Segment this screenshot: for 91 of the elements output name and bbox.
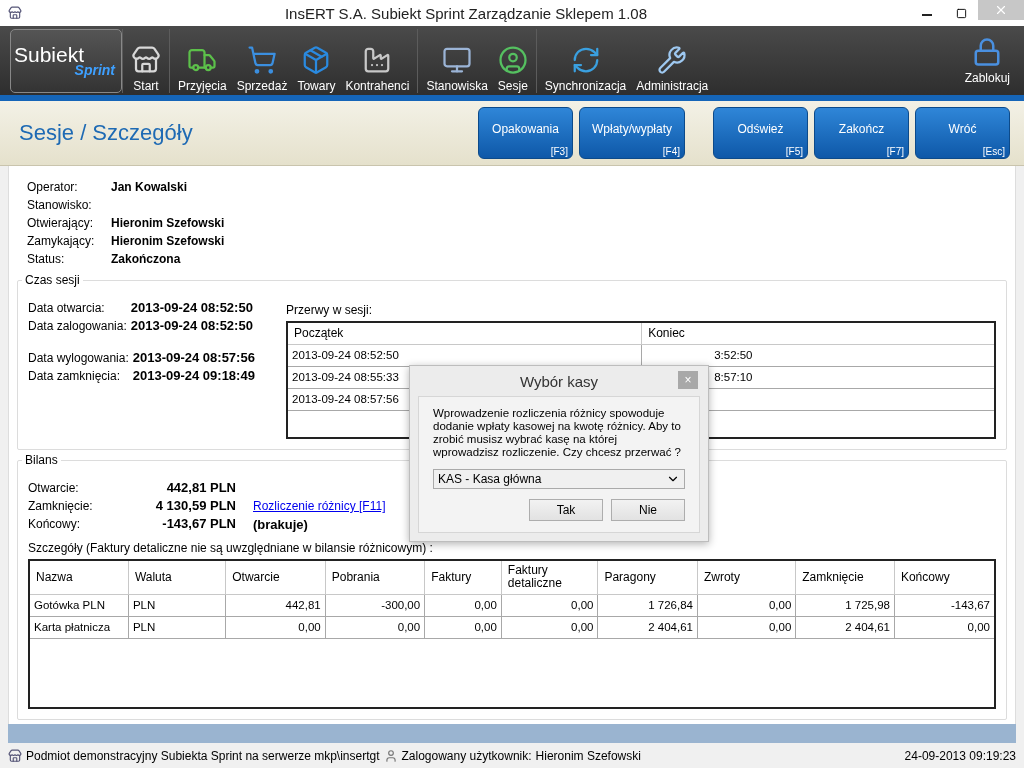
column-header: Faktury detaliczne <box>501 560 598 595</box>
field-value: Jan Kowalski <box>111 179 189 197</box>
page-title: Sesje / Szczegóły <box>19 120 194 146</box>
field-value: Hieronim Szefowski <box>111 215 226 233</box>
user-name: Hieronim Szefowski <box>535 748 641 763</box>
date-time: 24-09-2013 09:19:23 <box>904 748 1016 763</box>
header-button[interactable]: Opakowania [F3] <box>477 107 573 159</box>
minimize-icon <box>922 14 932 17</box>
header-button[interactable]: Wpłaty/wypłaty [F4] <box>578 107 685 159</box>
toolbar-item[interactable]: Synchronizacja <box>540 44 631 93</box>
field-value: 442,81 PLN <box>165 479 236 498</box>
table-cell: 0,00 <box>225 616 326 639</box>
field-label: Stanowisko: <box>27 197 93 215</box>
column-header: Otwarcie <box>225 560 326 595</box>
field-value: 4 130,59 PLN <box>154 497 236 516</box>
field-label: Status: <box>27 251 66 269</box>
table-cell: 0,00 <box>424 616 502 639</box>
toolbar-item[interactable]: Sprzedaż <box>232 44 292 93</box>
toolbar-item[interactable]: Start <box>127 44 165 93</box>
field-label: Data wylogowania: <box>28 350 129 368</box>
table-cell: 0,00 <box>697 616 796 639</box>
store-icon <box>8 748 22 763</box>
table-cell: -300,00 <box>325 594 425 617</box>
field-label: Operator: <box>27 179 79 197</box>
lock-button[interactable]: Zablokuj <box>960 36 1014 85</box>
field-label: Zamykający: <box>27 233 96 251</box>
group-title: Czas sesji <box>22 273 83 288</box>
app-icon <box>8 6 22 21</box>
settle-difference-link[interactable]: Rozliczenie różnicy [F11] <box>253 499 386 514</box>
toolbar-item[interactable]: Administracja <box>632 44 713 93</box>
user-icon <box>383 748 398 763</box>
column-header: Pobrania <box>325 560 425 595</box>
table-cell: 442,81 <box>225 594 326 617</box>
maximize-icon <box>955 7 967 19</box>
header-button[interactable]: Odśwież [F5] <box>713 107 808 159</box>
column-header: Zamknięcie <box>795 560 895 595</box>
field-label: Końcowy: <box>28 516 82 534</box>
column-header: Zwroty <box>697 560 796 595</box>
table-cell: 0,00 <box>501 594 598 617</box>
toolbar-item[interactable]: Przyjęcia <box>174 44 231 93</box>
store-icon <box>131 44 161 75</box>
details-label: Szczegóły (Faktury detaliczne nie są uwzględniane w bilansie różnicowym) : <box>28 541 434 556</box>
field-value: 2013-09-24 08:57:56 <box>132 349 255 368</box>
field-label: Otwierający: <box>27 215 95 233</box>
field-value: 2013-09-24 08:52:50 <box>130 317 253 336</box>
table-cell: 1 725,98 <box>795 594 895 617</box>
table-cell: 0,00 <box>424 594 502 617</box>
table-cell: Karta płatnicza <box>29 616 129 639</box>
field-value: 2013-09-24 09:18:49 <box>132 367 255 386</box>
tools-icon <box>657 44 688 75</box>
user-label: Zalogowany użytkownik: <box>401 748 532 763</box>
table-cell: 2 404,61 <box>795 616 895 639</box>
toolbar-item[interactable]: Sesje <box>493 44 532 93</box>
header-button[interactable]: Zakończ [F7] <box>814 107 909 159</box>
window-title: InsERT S.A. Subiekt Sprint Zarządzanie Sklepem 1.08 <box>283 4 649 22</box>
table-cell: 2 404,61 <box>597 616 698 639</box>
toolbar-item[interactable]: Stanowiska <box>422 44 492 93</box>
column-header: Paragony <box>597 560 698 595</box>
shopping-cart-icon <box>247 44 278 75</box>
dialog-button[interactable]: Nie <box>611 499 685 521</box>
shortage-note: (brakuje) <box>253 516 308 532</box>
field-value: Hieronim Szefowski <box>111 233 226 251</box>
table-cell: 0,00 <box>325 616 425 639</box>
column-header: Faktury <box>424 560 502 595</box>
dialog-button[interactable]: Tak <box>529 499 603 521</box>
column-header: Waluta <box>128 560 226 595</box>
field-value: -143,67 PLN <box>161 515 236 534</box>
table-cell: PLN <box>128 594 226 617</box>
lock-icon <box>972 36 1003 67</box>
header-button[interactable]: Wróć [Esc] <box>915 107 1010 159</box>
field-label: Otwarcie: <box>28 480 80 498</box>
cash-register-select[interactable]: KAS - Kasa główna <box>433 469 685 489</box>
table-cell: 0,00 <box>697 594 796 617</box>
field-label: Data zalogowania: <box>28 318 127 336</box>
table-cell: 0,00 <box>501 616 598 639</box>
toolbar-item[interactable]: Towary <box>293 44 340 93</box>
field-label: Data otwarcia: <box>28 300 106 318</box>
field-value: Zakończona <box>111 251 182 269</box>
dialog-title: Wybór kasy <box>519 372 599 390</box>
column-header: Początek <box>287 322 642 345</box>
field-value: 2013-09-24 08:52:50 <box>130 299 253 318</box>
breaks-label: Przerwy w sesji: <box>286 303 372 318</box>
table-cell: PLN <box>128 616 226 639</box>
field-label: Zamknięcie: <box>28 498 94 516</box>
user-icon <box>497 44 528 75</box>
table-cell: 1 726,84 <box>597 594 698 617</box>
table-cell: Gotówka PLN <box>29 594 129 617</box>
company-text: Podmiot demonstracyjny Subiekta Sprint na serwerze mkp\insertgt <box>26 748 380 763</box>
toolbar-item[interactable]: Kontrahenci <box>341 44 414 93</box>
field-label: Data zamknięcia: <box>28 368 122 386</box>
column-header: Nazwa <box>29 560 129 595</box>
